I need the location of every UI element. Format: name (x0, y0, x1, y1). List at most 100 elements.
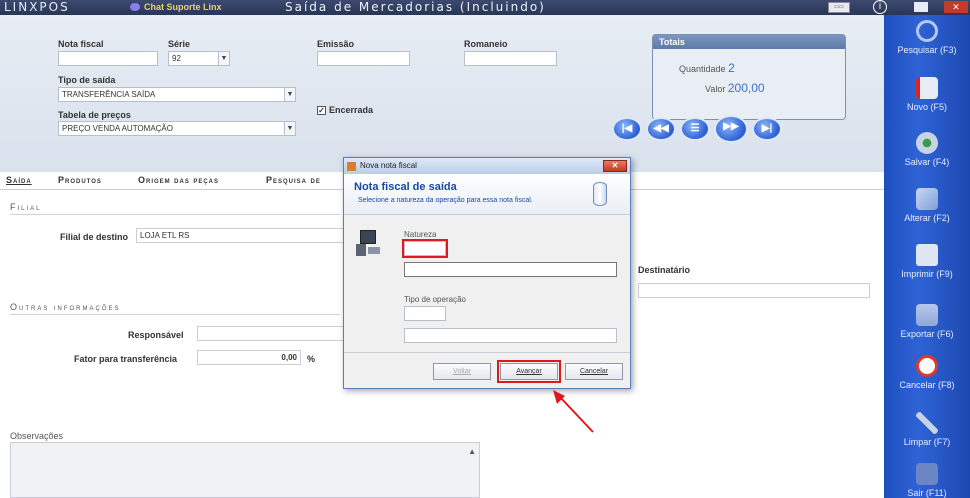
nota-fiscal-label: Nota fiscal (58, 39, 104, 49)
pesquisar-button[interactable]: Pesquisar (F3) (884, 20, 970, 55)
tab-origem-pecas[interactable]: Origem das peças (138, 175, 219, 185)
serie-label: Série (168, 39, 191, 49)
valor-label: Valor (705, 84, 726, 94)
chevron-down-icon[interactable]: ▼ (284, 122, 295, 135)
observacoes-textarea[interactable]: ▲ (10, 442, 480, 498)
filial-destino-value: LOJA ETL RS (140, 231, 190, 240)
divider (344, 352, 630, 353)
salvar-button[interactable]: Salvar (F4) (884, 132, 970, 167)
window-title: Saída de Mercadorias (Incluindo) (285, 0, 546, 14)
responsavel-input[interactable] (197, 326, 345, 341)
nota-fiscal-input[interactable] (58, 51, 158, 66)
fator-value: 0,00 (281, 353, 297, 362)
alterar-button[interactable]: Alterar (F2) (884, 188, 970, 223)
quantidade-row: Quantidade 2 (679, 61, 735, 75)
action-sidebar: Pesquisar (F3) Novo (F5) Salvar (F4) Alt… (884, 15, 970, 498)
first-record-icon[interactable]: |◀ (612, 117, 642, 141)
scroll-up-icon[interactable]: ▲ (468, 445, 476, 458)
quantidade-label: Quantidade (679, 64, 726, 74)
previous-record-icon[interactable]: ◀◀ (646, 117, 676, 141)
next-record-icon[interactable]: ▶▶ (714, 115, 748, 143)
title-bar: LINXPOS Chat Suporte Linx Saída de Merca… (0, 0, 970, 15)
chevron-down-icon[interactable]: ▼ (218, 52, 229, 65)
tipo-operacao-label: Tipo de operação (404, 295, 466, 304)
outras-section-title: Outras informações (10, 302, 121, 312)
tipo-saida-select[interactable]: TRANSFERÊNCIA SAÍDA ▼ (58, 87, 296, 102)
tipo-operacao-description-input[interactable] (404, 328, 617, 343)
emissao-input[interactable] (317, 51, 410, 66)
emissao-label: Emissão (317, 39, 355, 49)
cancel-icon (916, 355, 938, 377)
chat-support-label: Chat Suporte Linx (144, 2, 222, 12)
exportar-button[interactable]: Exportar (F6) (884, 304, 970, 339)
romaneio-label: Romaneio (464, 39, 508, 49)
new-document-icon (916, 77, 938, 99)
printer-icon (916, 244, 938, 266)
close-button[interactable]: ✕ (944, 1, 968, 13)
exit-door-icon (916, 463, 938, 485)
limpar-label: Limpar (F7) (903, 437, 951, 447)
observacoes-label: Observações (10, 431, 64, 441)
tab-saida[interactable]: Saída (6, 175, 32, 185)
fator-unit: % (307, 354, 316, 364)
encerrada-label: Encerrada (329, 105, 374, 115)
limpar-button[interactable]: Limpar (F7) (884, 412, 970, 447)
filial-section-title: Filial (10, 202, 42, 212)
dialog-header-subtitle: Selecione a natureza da operação para es… (358, 197, 533, 204)
header-form: Nota fiscal Série 92 ▼ Emissão Romaneio T… (0, 15, 884, 172)
dialog-header: Nota fiscal de saída Selecione a naturez… (344, 174, 630, 215)
encerrada-checkbox-row[interactable]: ✓ Encerrada (317, 105, 373, 115)
imprimir-button[interactable]: Imprimir (F9) (884, 244, 970, 279)
tipo-operacao-code-input[interactable] (404, 306, 446, 321)
novo-label: Novo (F5) (906, 102, 947, 112)
serie-value: 92 (172, 54, 181, 63)
tipo-saida-label: Tipo de saída (58, 75, 116, 85)
tabela-precos-value: PREÇO VENDA AUTOMAÇÃO (62, 124, 173, 133)
current-record-icon[interactable]: ☰ (680, 117, 710, 141)
cancelar-button[interactable]: Cancelar (565, 363, 623, 380)
sair-button[interactable]: Sair (F11) (884, 463, 970, 498)
destinatario-input[interactable] (638, 283, 870, 298)
tab-pesquisa[interactable]: Pesquisa de (266, 175, 321, 185)
fator-label: Fator para transferência (74, 354, 178, 364)
romaneio-input[interactable] (464, 51, 557, 66)
tabela-precos-label: Tabela de preços (58, 110, 131, 120)
export-icon (916, 304, 938, 326)
quantidade-value: 2 (728, 61, 735, 75)
cancelar-sidebar-button[interactable]: Cancelar (F8) (884, 355, 970, 390)
chat-support-link[interactable]: Chat Suporte Linx (130, 2, 222, 12)
salvar-label: Salvar (F4) (904, 157, 950, 167)
tabela-precos-select[interactable]: PREÇO VENDA AUTOMAÇÃO ▼ (58, 121, 296, 136)
dialog-titlebar: Nova nota fiscal ✕ (344, 158, 630, 174)
divider (10, 314, 340, 315)
info-icon[interactable]: i (873, 0, 887, 14)
dialog-app-icon (347, 162, 356, 171)
totais-header: Totais (653, 35, 845, 49)
encerrada-checkbox[interactable]: ✓ (317, 106, 326, 115)
novo-button[interactable]: Novo (F5) (884, 77, 970, 112)
natureza-description-input[interactable] (404, 262, 617, 277)
dialog-close-button[interactable]: ✕ (603, 160, 627, 172)
destinatario-label: Destinatário (638, 265, 691, 275)
serie-select[interactable]: 92 ▼ (168, 51, 230, 66)
chevron-down-icon[interactable]: ▼ (284, 88, 295, 101)
keyboard-icon[interactable]: ▭▭ (828, 2, 850, 13)
minimize-button[interactable] (914, 2, 928, 12)
filial-destino-input[interactable]: LOJA ETL RS (136, 228, 344, 243)
responsavel-label: Responsável (128, 330, 184, 340)
broom-icon (916, 412, 938, 434)
edit-icon (916, 188, 938, 210)
last-record-icon[interactable]: ▶| (752, 117, 782, 141)
tab-produtos[interactable]: Produtos (58, 175, 102, 185)
search-icon (916, 20, 938, 42)
fator-input[interactable]: 0,00 (197, 350, 301, 365)
dialog-header-title: Nota fiscal de saída (354, 181, 457, 193)
save-disc-icon (916, 132, 938, 154)
annotation-arrow-icon (553, 390, 594, 433)
app-logo: LINXPOS (4, 0, 70, 14)
computer-icon (356, 230, 380, 256)
natureza-label: Natureza (404, 230, 437, 239)
voltar-button[interactable]: Voltar (433, 363, 491, 380)
nova-nota-fiscal-dialog: Nova nota fiscal ✕ Nota fiscal de saída … (343, 157, 631, 389)
highlight-box (497, 360, 561, 383)
